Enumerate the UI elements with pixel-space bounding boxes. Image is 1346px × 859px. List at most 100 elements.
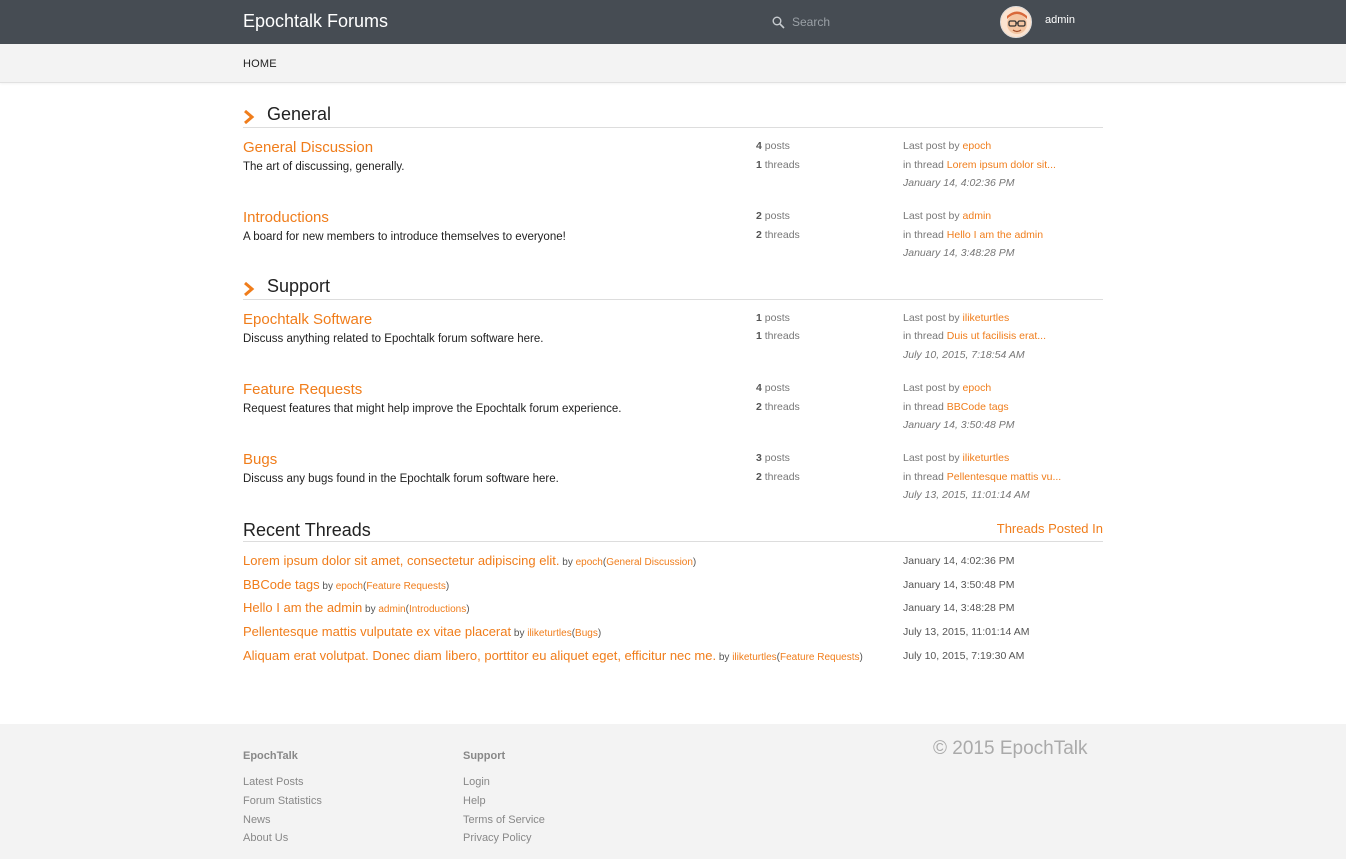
thread-board-link[interactable]: General Discussion bbox=[606, 557, 693, 568]
last-post-thread-link[interactable]: Hello I am the admin bbox=[947, 229, 1043, 241]
thread-count: 2 threads bbox=[756, 229, 800, 241]
recent-threads-header: Recent Threads Threads Posted In bbox=[243, 518, 1103, 542]
thread-user-link[interactable]: epoch bbox=[336, 581, 363, 592]
post-count: 3 posts bbox=[756, 452, 790, 464]
thread-user-link[interactable]: epoch bbox=[576, 557, 603, 568]
thread-date: July 10, 2015, 7:19:30 AM bbox=[903, 650, 1025, 662]
nav-home-link[interactable]: HOME bbox=[243, 58, 277, 70]
thread-user-link[interactable]: iliketurtles bbox=[527, 628, 571, 639]
last-post-user-link[interactable]: admin bbox=[963, 210, 992, 222]
footer-heading-support: Support bbox=[463, 750, 506, 762]
search-icon bbox=[772, 16, 785, 29]
last-post-thread: in thread BBCode tags bbox=[903, 401, 1009, 413]
board-description: A board for new members to introduce the… bbox=[243, 231, 566, 243]
thread-title-link[interactable]: Lorem ipsum dolor sit amet, consectetur … bbox=[243, 553, 559, 568]
post-count: 4 posts bbox=[756, 382, 790, 394]
thread-title-link[interactable]: Pellentesque mattis vulputate ex vitae p… bbox=[243, 624, 511, 639]
footer-link-about-us[interactable]: About Us bbox=[243, 832, 288, 844]
last-post-by: Last post by iliketurtles bbox=[903, 312, 1010, 324]
thread-count: 2 threads bbox=[756, 471, 800, 483]
avatar[interactable] bbox=[1000, 6, 1032, 38]
last-post-thread-link[interactable]: Duis ut facilisis erat... bbox=[947, 330, 1046, 342]
post-count: 1 posts bbox=[756, 312, 790, 324]
recent-thread-item: BBCode tags by epoch(Feature Requests) bbox=[243, 577, 450, 592]
nav-bar: HOME bbox=[0, 44, 1346, 83]
thread-title-link[interactable]: Aliquam erat volutpat. Donec diam libero… bbox=[243, 648, 716, 663]
last-post-by: Last post by epoch bbox=[903, 140, 992, 152]
post-count: 2 posts bbox=[756, 210, 790, 222]
recent-threads-title: Recent Threads bbox=[243, 520, 371, 540]
category-header-support[interactable]: Support bbox=[243, 276, 1103, 300]
footer-link-help[interactable]: Help bbox=[463, 795, 486, 807]
footer-link-privacy[interactable]: Privacy Policy bbox=[463, 832, 531, 844]
thread-board-link[interactable]: Feature Requests bbox=[780, 652, 860, 663]
last-post-date: July 10, 2015, 7:18:54 AM bbox=[903, 349, 1025, 361]
last-post-thread: in thread Hello I am the admin bbox=[903, 229, 1044, 241]
last-post-user-link[interactable]: epoch bbox=[963, 140, 992, 152]
thread-date: January 14, 3:48:28 PM bbox=[903, 602, 1015, 614]
last-post-thread: in thread Lorem ipsum dolor sit... bbox=[903, 159, 1056, 171]
board-description: Discuss anything related to Epochtalk fo… bbox=[243, 333, 544, 345]
recent-thread-item: Pellentesque mattis vulputate ex vitae p… bbox=[243, 624, 602, 639]
board-name-link[interactable]: Introductions bbox=[243, 209, 329, 226]
category-title: General bbox=[267, 104, 332, 124]
last-post-date: January 14, 3:50:48 PM bbox=[903, 419, 1015, 431]
footer-link-forum-statistics[interactable]: Forum Statistics bbox=[243, 795, 322, 807]
footer-link-latest-posts[interactable]: Latest Posts bbox=[243, 776, 304, 788]
last-post-by: Last post by admin bbox=[903, 210, 992, 222]
top-bar: Epochtalk Forums admin bbox=[0, 0, 1346, 44]
thread-user-link[interactable]: iliketurtles bbox=[732, 652, 776, 663]
thread-board-link[interactable]: Feature Requests bbox=[366, 581, 446, 592]
last-post-user-link[interactable]: iliketurtles bbox=[963, 312, 1010, 324]
search-input[interactable] bbox=[792, 12, 982, 32]
footer-link-terms[interactable]: Terms of Service bbox=[463, 814, 545, 826]
thread-title-link[interactable]: BBCode tags bbox=[243, 577, 320, 592]
board-row: General Discussion The art of discussing… bbox=[243, 139, 1103, 199]
board-row: Introductions A board for new members to… bbox=[243, 209, 1103, 269]
last-post-thread: in thread Duis ut facilisis erat... bbox=[903, 330, 1046, 342]
board-description: Discuss any bugs found in the Epochtalk … bbox=[243, 473, 559, 485]
thread-count: 1 threads bbox=[756, 330, 800, 342]
last-post-thread-link[interactable]: BBCode tags bbox=[947, 401, 1009, 413]
board-name-link[interactable]: Epochtalk Software bbox=[243, 311, 372, 328]
footer: EpochTalk Latest Posts Forum Statistics … bbox=[0, 724, 1346, 859]
thread-board-link[interactable]: Introductions bbox=[409, 604, 466, 615]
board-name-link[interactable]: General Discussion bbox=[243, 139, 373, 156]
last-post-user-link[interactable]: iliketurtles bbox=[963, 452, 1010, 464]
board-row: Feature Requests Request features that m… bbox=[243, 381, 1103, 441]
board-name-link[interactable]: Feature Requests bbox=[243, 381, 362, 398]
user-avatar-icon bbox=[1001, 7, 1031, 37]
board-description: Request features that might help improve… bbox=[243, 403, 622, 415]
last-post-date: July 13, 2015, 11:01:14 AM bbox=[903, 489, 1030, 501]
footer-link-news[interactable]: News bbox=[243, 814, 271, 826]
last-post-by: Last post by epoch bbox=[903, 382, 992, 394]
thread-count: 1 threads bbox=[756, 159, 800, 171]
last-post-thread: in thread Pellentesque mattis vu... bbox=[903, 471, 1062, 483]
last-post-thread-link[interactable]: Pellentesque mattis vu... bbox=[947, 471, 1061, 483]
site-brand-link[interactable]: Epochtalk Forums bbox=[243, 11, 388, 32]
username-link[interactable]: admin bbox=[1045, 14, 1075, 26]
last-post-date: January 14, 3:48:28 PM bbox=[903, 247, 1015, 259]
footer-link-login[interactable]: Login bbox=[463, 776, 490, 788]
thread-date: July 13, 2015, 11:01:14 AM bbox=[903, 626, 1030, 638]
thread-title-link[interactable]: Hello I am the admin bbox=[243, 600, 362, 615]
thread-count: 2 threads bbox=[756, 401, 800, 413]
last-post-by: Last post by iliketurtles bbox=[903, 452, 1010, 464]
last-post-thread-link[interactable]: Lorem ipsum dolor sit... bbox=[947, 159, 1056, 171]
last-post-user-link[interactable]: epoch bbox=[963, 382, 992, 394]
chevron-right-icon bbox=[244, 282, 255, 296]
thread-user-link[interactable]: admin bbox=[378, 604, 405, 615]
category-header-general[interactable]: General bbox=[243, 104, 1103, 128]
threads-posted-in-link[interactable]: Threads Posted In bbox=[997, 521, 1103, 536]
recent-thread-item: Hello I am the admin by admin(Introducti… bbox=[243, 600, 470, 615]
thread-date: January 14, 4:02:36 PM bbox=[903, 555, 1015, 567]
post-count: 4 posts bbox=[756, 140, 790, 152]
chevron-right-icon bbox=[244, 110, 255, 124]
board-name-link[interactable]: Bugs bbox=[243, 451, 277, 468]
recent-thread-item: Lorem ipsum dolor sit amet, consectetur … bbox=[243, 553, 697, 568]
last-post-date: January 14, 4:02:36 PM bbox=[903, 177, 1015, 189]
thread-board-link[interactable]: Bugs bbox=[575, 628, 598, 639]
category-title: Support bbox=[267, 276, 331, 296]
footer-heading-epochtalk: EpochTalk bbox=[243, 750, 298, 762]
recent-thread-item: Aliquam erat volutpat. Donec diam libero… bbox=[243, 648, 863, 663]
